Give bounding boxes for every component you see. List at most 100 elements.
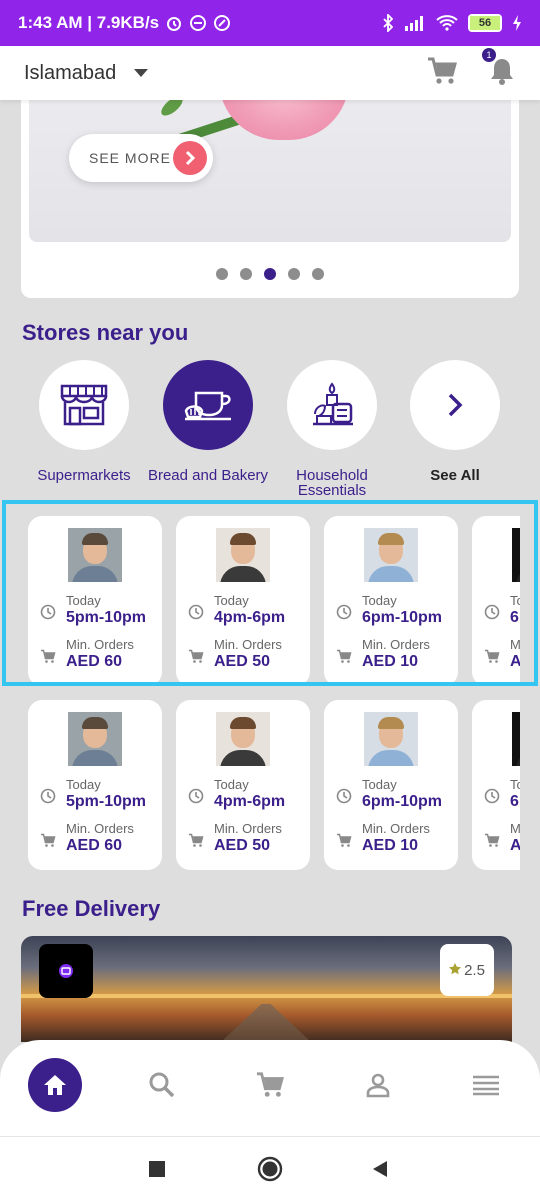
- min-order: Min. Orders AED 50: [188, 822, 282, 856]
- store-card[interactable]: To6 MA: [472, 700, 520, 870]
- alarm-icon: [165, 14, 183, 32]
- min-order-value: AED 60: [66, 837, 123, 854]
- app-notification-icon: [213, 14, 231, 32]
- see-all-label: See All: [430, 467, 480, 484]
- store-owner-avatar: [512, 712, 520, 766]
- store-logo: [39, 944, 93, 998]
- clock-icon: [336, 788, 352, 804]
- cart-icon: [484, 832, 500, 848]
- store-owner-avatar: [364, 712, 418, 766]
- carousel-dot[interactable]: [288, 268, 300, 280]
- nav-account[interactable]: [351, 1058, 405, 1112]
- stores-row-2: Today 5pm-10pm Min. Orders AED 60 Today 4pm-6…: [0, 700, 540, 872]
- carousel-dots: [21, 268, 519, 280]
- cart-icon: [188, 832, 204, 848]
- notification-button[interactable]: 1: [482, 47, 516, 91]
- signal-icon: [404, 15, 426, 31]
- charging-icon: [512, 15, 522, 31]
- account-icon: [366, 1073, 390, 1098]
- highlight-box: [2, 500, 538, 686]
- delivery-time: To6: [484, 778, 520, 812]
- carousel-dot-active[interactable]: [264, 268, 276, 280]
- store-categories: Supermarkets Bread and Bakery Household …: [0, 360, 540, 498]
- min-order-value: A: [510, 837, 520, 854]
- candles-icon: [287, 360, 377, 450]
- menu-icon: [473, 1075, 499, 1096]
- delivery-time: Today 6pm-10pm: [336, 778, 442, 812]
- storefront-icon: [39, 360, 129, 450]
- home-circle-icon[interactable]: [256, 1155, 284, 1183]
- status-bar: 1:43 AM | 7.9KB/s 56: [0, 0, 540, 46]
- coffee-bread-icon: [163, 360, 253, 450]
- chevron-right-icon: [410, 360, 500, 450]
- search-icon: [149, 1072, 175, 1098]
- delivery-window: 4pm-6pm: [214, 793, 286, 810]
- category-household-essentials[interactable]: Household Essentials: [270, 360, 394, 498]
- free-delivery-title: Free Delivery: [22, 896, 161, 921]
- nav-search[interactable]: [135, 1058, 189, 1112]
- bluetooth-icon: [382, 14, 394, 32]
- delivery-time: Today 4pm-6pm: [188, 778, 285, 812]
- location-selector[interactable]: Islamabad: [24, 62, 116, 85]
- nav-cart[interactable]: [243, 1058, 297, 1112]
- wifi-icon: [436, 15, 458, 31]
- store-card[interactable]: Today 4pm-6pm Min. Orders AED 50: [176, 700, 310, 870]
- store-card[interactable]: Today 6pm-10pm Min. Orders AED 10: [324, 700, 458, 870]
- nav-menu[interactable]: [459, 1058, 513, 1112]
- min-order: Min. Orders AED 60: [40, 822, 134, 856]
- chevron-right-icon: [173, 141, 207, 175]
- status-time: 1:43 AM | 7.9KB/s: [18, 13, 160, 32]
- min-order: MA: [484, 822, 520, 856]
- cart-icon: [336, 832, 352, 848]
- delivery-day: Today: [66, 777, 101, 792]
- stores-section-title: Stores near you: [22, 320, 189, 345]
- clock-icon: [484, 788, 500, 804]
- recent-apps-icon[interactable]: [143, 1155, 171, 1183]
- cart-icon: [256, 1072, 284, 1097]
- free-delivery-card[interactable]: 2.5: [21, 936, 512, 1042]
- rating-badge: 2.5: [440, 944, 494, 996]
- battery-icon: 56: [468, 14, 502, 32]
- delivery-day: To: [510, 777, 520, 792]
- category-supermarkets[interactable]: Supermarkets: [22, 360, 146, 483]
- delivery-time: Today 5pm-10pm: [40, 778, 146, 812]
- clock-icon: [40, 788, 56, 804]
- category-bread-and-bakery[interactable]: Bread and Bakery: [146, 360, 270, 483]
- min-order-label: Min. Orders: [362, 821, 430, 836]
- category-label: Bread and Bakery: [147, 467, 269, 484]
- min-order-label: Min. Orders: [66, 821, 134, 836]
- delivery-day: Today: [214, 777, 249, 792]
- home-icon: [44, 1075, 66, 1095]
- store-owner-avatar: [68, 712, 122, 766]
- notification-badge: 1: [482, 47, 496, 62]
- cart-icon[interactable]: [426, 56, 458, 91]
- rating-value: 2.5: [464, 961, 485, 979]
- battery-level: 56: [470, 16, 500, 30]
- promo-banner[interactable]: SEE MORE: [21, 80, 519, 298]
- see-more-label: SEE MORE: [89, 150, 171, 166]
- store-card[interactable]: Today 5pm-10pm Min. Orders AED 60: [28, 700, 162, 870]
- min-order-value: AED 10: [362, 837, 419, 854]
- delivery-day: Today: [362, 777, 397, 792]
- system-navigation: [0, 1136, 540, 1200]
- min-order-label: M: [510, 821, 520, 836]
- see-more-button[interactable]: SEE MORE: [69, 134, 213, 182]
- delivery-window: 6: [510, 793, 519, 810]
- delivery-window: 5pm-10pm: [66, 793, 147, 810]
- star-icon: [449, 962, 462, 979]
- nav-home[interactable]: [28, 1058, 82, 1112]
- category-label: Household Essentials: [296, 467, 368, 499]
- chevron-down-icon[interactable]: [134, 69, 149, 77]
- delivery-window: 6pm-10pm: [362, 793, 443, 810]
- see-all-button[interactable]: See All: [393, 360, 517, 483]
- back-icon[interactable]: [366, 1155, 394, 1183]
- min-order-value: AED 50: [214, 837, 271, 854]
- min-order-label: Min. Orders: [214, 821, 282, 836]
- app-header: Islamabad 1: [0, 46, 540, 100]
- cart-icon: [40, 832, 56, 848]
- clock-icon: [188, 788, 204, 804]
- min-order: Min. Orders AED 10: [336, 822, 430, 856]
- carousel-dot[interactable]: [312, 268, 324, 280]
- carousel-dot[interactable]: [216, 268, 228, 280]
- carousel-dot[interactable]: [240, 268, 252, 280]
